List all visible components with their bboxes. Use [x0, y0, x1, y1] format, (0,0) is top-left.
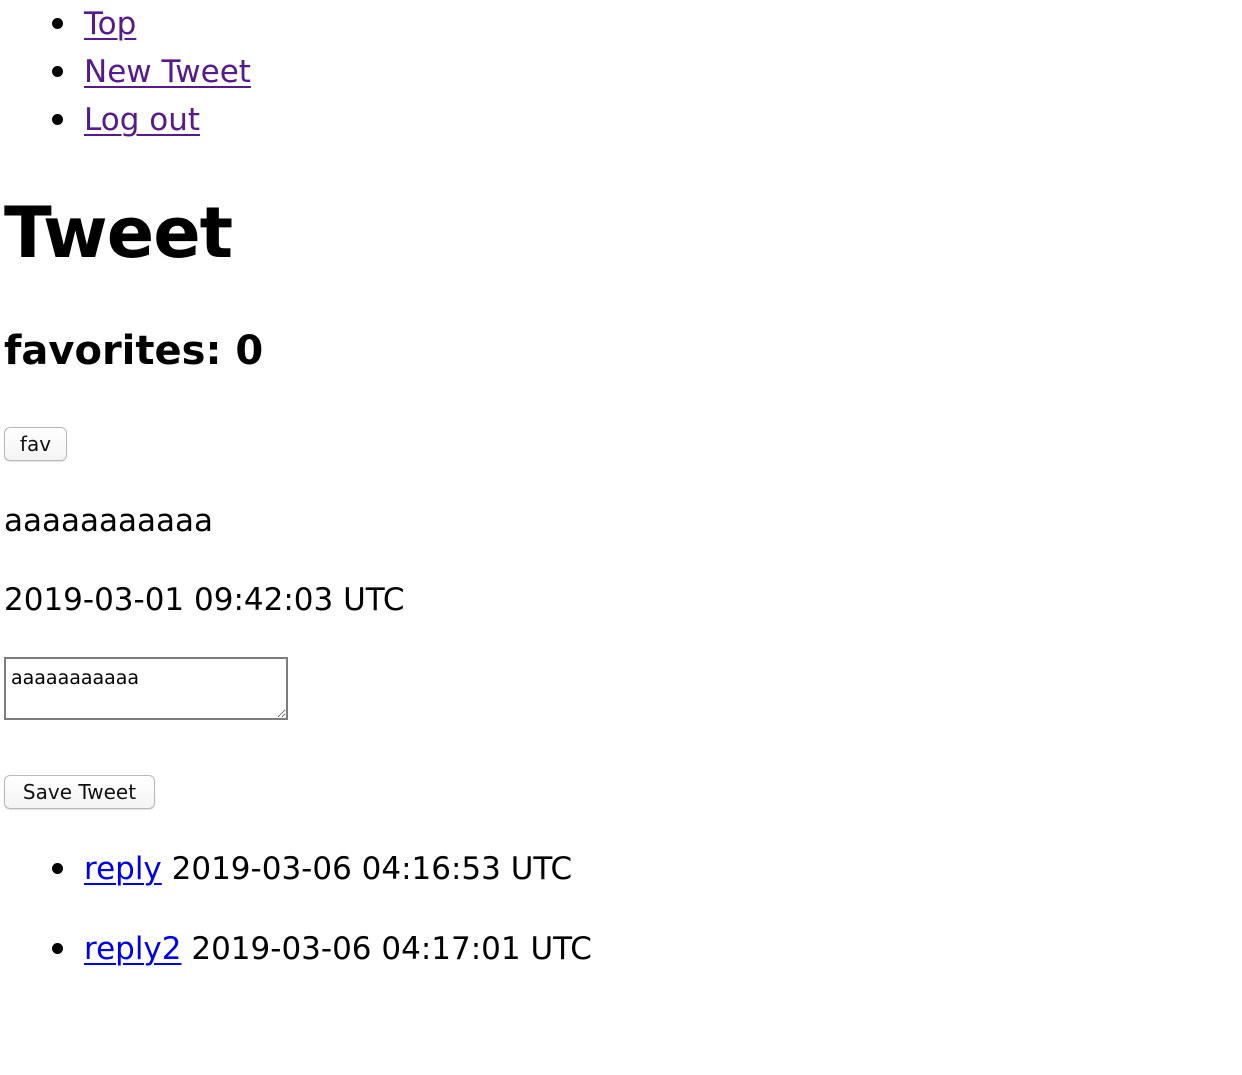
- page-title: Tweet: [4, 192, 233, 274]
- reply-link[interactable]: reply: [84, 851, 162, 887]
- reply-row: reply 2019-03-06 04:16:53 UTC: [84, 845, 572, 893]
- bullet-icon: [52, 943, 63, 954]
- page: Top New Tweet Log out Tweet favorites: 0…: [0, 0, 1242, 1075]
- bullet-icon: [52, 863, 63, 874]
- bullet-icon: [52, 114, 63, 125]
- reply-row: reply2 2019-03-06 04:17:01 UTC: [84, 925, 592, 973]
- fav-button[interactable]: fav: [4, 427, 67, 461]
- bullet-icon: [52, 66, 63, 77]
- reply-timestamp: 2019-03-06 04:17:01 UTC: [191, 931, 592, 967]
- favorites-count: favorites: 0: [4, 328, 264, 374]
- tweet-timestamp: 2019-03-01 09:42:03 UTC: [4, 582, 405, 618]
- nav-link-new-tweet[interactable]: New Tweet: [84, 48, 251, 96]
- bullet-icon: [52, 18, 63, 29]
- save-tweet-button[interactable]: Save Tweet: [4, 775, 155, 809]
- reply-link[interactable]: reply2: [84, 931, 182, 967]
- reply-timestamp: 2019-03-06 04:16:53 UTC: [171, 851, 573, 887]
- tweet-content: aaaaaaaaaaa: [4, 503, 213, 539]
- nav-link-log-out[interactable]: Log out: [84, 96, 200, 144]
- tweet-textarea[interactable]: aaaaaaaaaaa: [4, 657, 288, 720]
- nav-link-top[interactable]: Top: [84, 0, 136, 48]
